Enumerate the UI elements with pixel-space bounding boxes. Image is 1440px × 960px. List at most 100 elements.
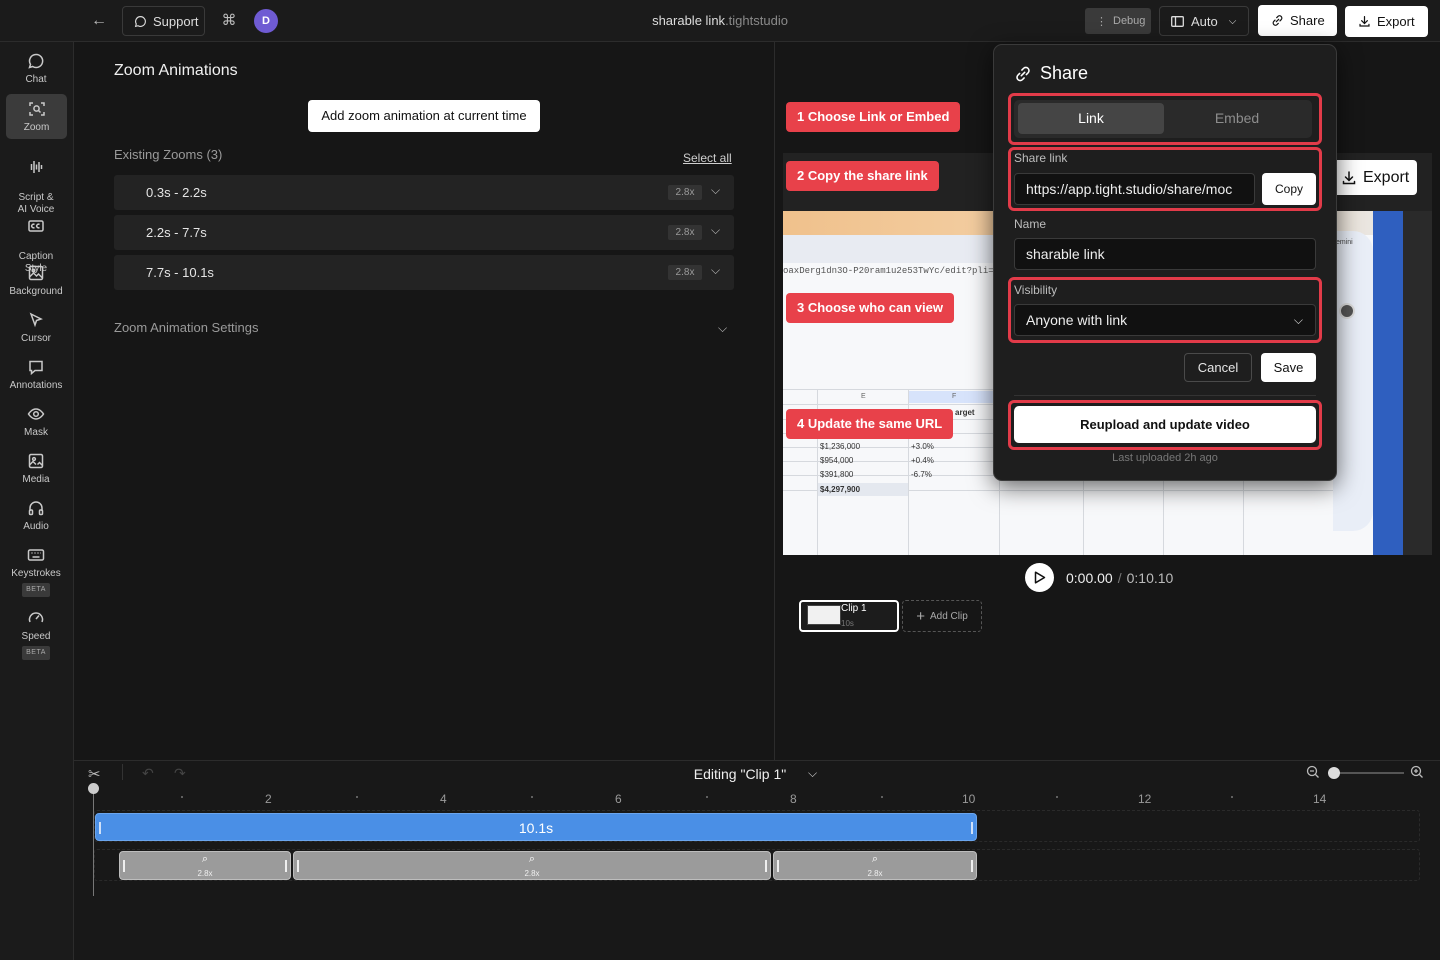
select-all-link[interactable]: Select all — [683, 151, 732, 165]
undo-icon[interactable]: ↶ — [142, 765, 154, 782]
blue-edge — [1373, 211, 1403, 555]
divider — [1014, 395, 1316, 396]
debug-button[interactable]: ⋮ Debug — [1085, 8, 1151, 34]
command-icon[interactable]: ⌘ — [219, 10, 239, 32]
sidebar-item-label: Zoom — [23, 122, 50, 133]
callout-step-2: 2 Copy the share link — [786, 161, 939, 191]
sidebar-item-speed[interactable]: Speed BETA — [4, 609, 68, 660]
plus-icon: + — [916, 607, 925, 625]
link-embed-toggle: Link Embed — [1014, 100, 1312, 138]
export-label: Export — [1377, 14, 1415, 29]
zoom-segment[interactable]: ⌕ 2.8x — [119, 851, 291, 880]
chevron-down-icon[interactable]: ⌵ — [711, 223, 720, 238]
playhead-handle[interactable] — [88, 783, 99, 794]
export-button[interactable]: Export — [1345, 6, 1428, 37]
sidebar-item-background[interactable]: Background — [4, 264, 68, 298]
sidebar-item-chat[interactable]: Chat — [4, 52, 68, 86]
layout-icon — [1171, 15, 1184, 27]
chevron-down-icon[interactable]: ⌵ — [711, 183, 720, 198]
scissors-icon[interactable]: ✂ — [88, 765, 101, 783]
back-arrow-icon[interactable]: ← — [88, 10, 110, 32]
sidebar-item-mask[interactable]: Mask — [4, 405, 68, 439]
share-link-field[interactable]: https://app.tight.studio/share/moc — [1014, 173, 1255, 205]
slider-knob[interactable] — [1328, 767, 1340, 779]
caption-icon — [4, 217, 68, 237]
avatar[interactable]: D — [254, 9, 278, 33]
sidebar-item-zoom[interactable]: Zoom — [6, 94, 67, 139]
zoom-icon — [6, 100, 67, 120]
tick-dot — [531, 796, 533, 798]
waveform-icon — [4, 158, 68, 178]
sidebar-item-label: Keystrokes — [11, 568, 61, 579]
project-name: sharable link — [652, 13, 726, 28]
playhead-line — [93, 784, 94, 896]
clip-thumbnail[interactable]: Clip 1 10s — [799, 600, 899, 632]
save-button[interactable]: Save — [1261, 353, 1316, 382]
link-icon — [1272, 15, 1283, 26]
sidebar-item-label: Chat — [25, 74, 47, 85]
callout-step-1: 1 Choose Link or Embed — [786, 102, 961, 132]
tick-dot — [181, 796, 183, 798]
chevron-down-icon: ⌵ — [1228, 15, 1237, 27]
beta-badge: BETA — [22, 646, 50, 660]
zoom-item[interactable]: 7.7s - 10.1s 2.8x ⌵ — [114, 255, 734, 290]
aspect-select[interactable]: Auto ⌵ — [1159, 6, 1249, 36]
zoom-in-icon[interactable] — [1410, 765, 1424, 782]
zoom-segment[interactable]: ⌕ 2.8x — [293, 851, 771, 880]
chevron-down-icon[interactable]: ⌵ — [808, 766, 817, 781]
sidebar-item-keystrokes[interactable]: Keystrokes BETA — [4, 546, 68, 597]
link-icon — [1016, 66, 1030, 81]
redo-icon[interactable]: ↷ — [174, 765, 186, 782]
tab-link[interactable]: Link — [1018, 103, 1164, 134]
chevron-down-icon[interactable]: ⌵ — [718, 321, 727, 336]
zoom-out-icon[interactable] — [1306, 765, 1320, 782]
zoom-multiplier-badge: 2.8x — [668, 185, 702, 200]
panel-title: Zoom Animations — [114, 62, 238, 79]
add-clip-button[interactable]: + Add Clip — [902, 600, 982, 632]
zoom-item[interactable]: 2.2s - 7.7s 2.8x ⌵ — [114, 215, 734, 250]
headphones-icon — [4, 499, 68, 519]
play-button[interactable] — [1025, 563, 1054, 592]
zoom-settings-toggle[interactable]: Zoom Animation Settings — [114, 320, 259, 335]
tick-dot — [881, 796, 883, 798]
trim-handle-right[interactable] — [971, 860, 973, 872]
gauge-icon — [4, 609, 68, 629]
chevron-down-icon[interactable]: ⌵ — [711, 263, 720, 278]
divider — [122, 764, 123, 780]
trim-handle-left[interactable] — [99, 822, 101, 834]
existing-zooms-label: Existing Zooms (3) — [114, 147, 223, 162]
sidebar-item-cursor[interactable]: Cursor — [4, 311, 68, 345]
tick-label: 10 — [962, 792, 976, 806]
share-button[interactable]: Share — [1258, 5, 1337, 36]
sidebar-item-annotations[interactable]: Annotations — [4, 358, 68, 392]
zoom-segment[interactable]: ⌕ 2.8x — [773, 851, 977, 880]
share-link-label: Share link — [1014, 151, 1068, 165]
sidebar-item-audio[interactable]: Audio — [4, 499, 68, 533]
support-button[interactable]: Support — [122, 6, 205, 36]
share-title: Share — [1014, 63, 1088, 84]
sidebar-item-media[interactable]: Media — [4, 452, 68, 486]
trim-handle-right[interactable] — [971, 822, 973, 834]
copy-button[interactable]: Copy — [1262, 173, 1316, 205]
add-clip-label: Add Clip — [929, 610, 968, 622]
cancel-button[interactable]: Cancel — [1184, 353, 1252, 382]
image-icon — [4, 264, 68, 284]
reupload-button[interactable]: Reupload and update video — [1014, 406, 1316, 443]
zoom-item[interactable]: 0.3s - 2.2s 2.8x ⌵ — [114, 175, 734, 210]
tick-label: 14 — [1313, 792, 1327, 806]
magnifier-icon: ⌕ — [201, 853, 209, 865]
add-zoom-button[interactable]: Add zoom animation at current time — [308, 100, 540, 132]
time-display: 0:00.00/0:10.10 — [1066, 570, 1173, 586]
phone-panel — [1333, 231, 1373, 531]
top-bar: ← Support ⌘ D sharable link.tightstudio … — [0, 0, 1440, 42]
visibility-select[interactable]: Anyone with link ⌵ — [1014, 304, 1316, 336]
trim-handle-right[interactable] — [765, 860, 767, 872]
name-input[interactable]: sharable link — [1014, 238, 1316, 270]
sidebar-item-label: Annotations — [9, 380, 63, 391]
clip-length-label: 10.1s — [518, 820, 554, 836]
tab-embed[interactable]: Embed — [1166, 103, 1308, 134]
clip-name: Clip 1 — [841, 603, 867, 614]
trim-handle-right[interactable] — [285, 860, 287, 872]
zoom-range: 7.7s - 10.1s — [146, 265, 214, 280]
timeline-clip[interactable]: 10.1s — [95, 813, 977, 841]
